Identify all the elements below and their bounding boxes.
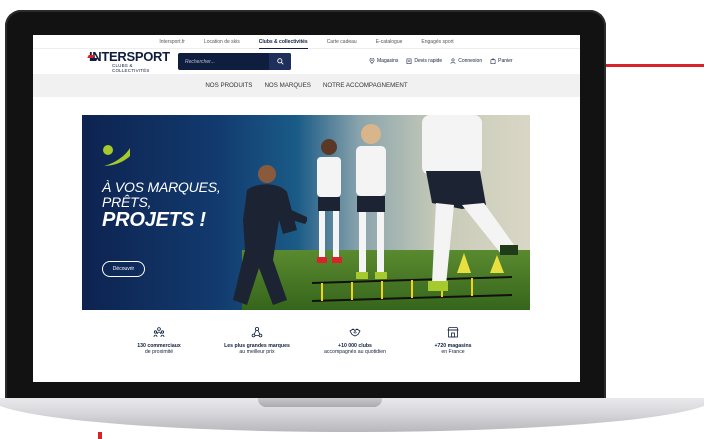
hero-headline: À VOS MARQUES, PRÊTS, PROJETS !	[102, 180, 221, 231]
site-header: INTERSPORT CLUBS & COLLECTIVITÉS Recherc…	[33, 49, 580, 74]
network-icon	[251, 326, 263, 338]
header-links: Magasins Devis rapide Connexion Panier	[369, 58, 513, 64]
stores-label: Magasins	[377, 58, 399, 64]
util-link-clubs[interactable]: Clubs & collectivités	[258, 39, 308, 49]
nav-products[interactable]: NOS PRODUITS	[205, 82, 252, 89]
hero-banner: À VOS MARQUES, PRÊTS, PROJETS ! Découvri…	[82, 115, 530, 310]
clipboard-icon	[407, 58, 412, 64]
util-link-intersport[interactable]: Intersport.fr	[159, 39, 185, 45]
feature-sales-reps: 130 commerciaux de proximité	[120, 317, 198, 375]
logo-text: INTERSPORT	[89, 49, 170, 64]
util-link-engages[interactable]: Engagés sport	[421, 39, 453, 45]
login-label: Connexion	[458, 58, 483, 64]
util-link-ecatalogue[interactable]: E-catalogue	[376, 39, 403, 45]
brand-swoosh-icon	[103, 145, 130, 166]
feature-brands: Les plus grandes marques au meilleur pri…	[218, 317, 296, 375]
bag-icon	[490, 58, 496, 64]
main-nav: NOS PRODUITS NOS MARQUES NOTRE ACCOMPAGN…	[33, 74, 580, 97]
feature-1-subtitle: de proximité	[144, 349, 174, 355]
nav-support[interactable]: NOTRE ACCOMPAGNEMENT	[323, 82, 408, 89]
logo-subtitle: CLUBS & COLLECTIVITÉS	[112, 63, 150, 73]
training-cones-image	[457, 253, 504, 273]
decorative-red-line	[598, 64, 704, 67]
adult-player-image	[422, 115, 518, 291]
nav-brands[interactable]: NOS MARQUES	[264, 82, 310, 89]
decorative-red-mark	[98, 432, 102, 439]
search-icon	[276, 58, 284, 65]
utility-nav: Intersport.fr Location de skis Clubs & c…	[33, 35, 580, 49]
intersport-logo[interactable]: INTERSPORT CLUBS & COLLECTIVITÉS	[88, 49, 170, 73]
quote-label: Devis rapide	[414, 58, 443, 64]
cart-label: Panier	[498, 58, 513, 64]
feature-clubs: +10 000 clubs accompagnés au quotidien	[316, 317, 394, 375]
features-strip: 130 commerciaux de proximité Les plus gr…	[82, 317, 530, 375]
feature-2-subtitle: au meilleur prix	[239, 349, 275, 355]
discover-button[interactable]: Découvrir	[102, 261, 145, 277]
feature-3-subtitle: accompagnés au quotidien	[323, 349, 386, 355]
hero-line-1: À VOS MARQUES,	[102, 179, 221, 195]
stores-link[interactable]: Magasins	[369, 58, 398, 64]
feature-4-subtitle: en France	[441, 349, 465, 355]
child-player-2-image	[356, 124, 387, 279]
hero-line-2: PRÊTS,	[102, 193, 152, 210]
feature-stores: +720 magasins en France	[414, 317, 492, 375]
handshake-icon	[349, 328, 361, 337]
people-group-icon	[153, 327, 165, 338]
map-pin-icon	[369, 58, 375, 64]
util-link-gift-card[interactable]: Carte cadeau	[327, 39, 357, 45]
quote-link[interactable]: Devis rapide	[406, 58, 442, 64]
laptop-notch	[258, 398, 382, 407]
coach-figure-image	[233, 165, 307, 305]
laptop-screen: Intersport.fr Location de skis Clubs & c…	[33, 35, 580, 382]
user-icon	[450, 58, 456, 64]
storefront-icon	[447, 327, 459, 338]
search-bar: Rechercher...	[178, 53, 291, 70]
cart-link[interactable]: Panier	[490, 58, 513, 64]
util-link-ski-rental[interactable]: Location de skis	[204, 39, 240, 45]
search-input[interactable]: Rechercher...	[185, 59, 269, 65]
login-link[interactable]: Connexion	[450, 58, 482, 64]
search-button[interactable]	[269, 53, 291, 70]
hero-line-3: PROJETS !	[102, 209, 206, 231]
